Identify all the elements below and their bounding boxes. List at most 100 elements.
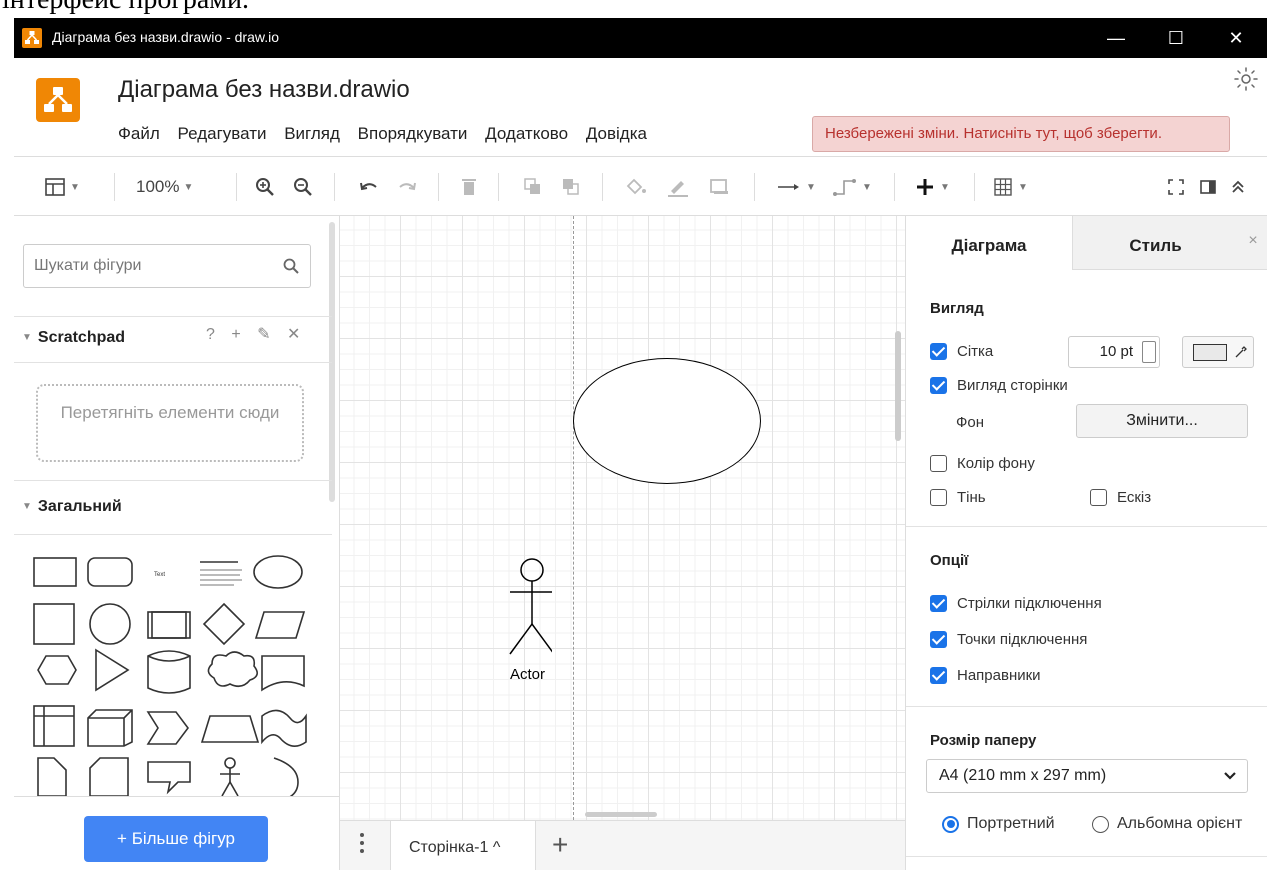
add-page-button[interactable]: + [552, 829, 568, 861]
line-color-button[interactable] [666, 173, 690, 201]
menu-view[interactable]: Вигляд [284, 124, 340, 143]
to-front-button[interactable] [522, 173, 544, 201]
guides-checkbox[interactable]: Направники [930, 664, 1041, 686]
portrait-radio[interactable]: Портретний [942, 812, 1055, 836]
eyedropper-icon [1235, 346, 1247, 358]
waypoints-button[interactable]: ▼ [832, 173, 872, 201]
redo-icon [399, 182, 416, 191]
paper-size-section-title: Розмір паперу [930, 732, 1037, 749]
trash-icon [462, 179, 476, 195]
collapse-triangle-icon: ▼ [22, 501, 32, 512]
scratchpad-tools[interactable]: ? + ✎ ✕ [206, 324, 306, 344]
background-color-checkbox[interactable]: Колір фону [930, 452, 1035, 474]
grid-checkbox[interactable]: Сітка [930, 340, 993, 362]
shapes-sidebar: Шукати фігури ▼ Scratchpad ? + ✎ ✕ Перетя… [14, 216, 340, 870]
menu-edit[interactable]: Редагувати [178, 124, 267, 143]
menu-file[interactable]: Файл [118, 124, 160, 143]
collapse-toolbar-button[interactable] [1228, 173, 1248, 201]
more-shapes-button[interactable]: + Більше фігур [84, 816, 268, 862]
connection-points-checkbox[interactable]: Точки підключення [930, 628, 1087, 650]
waypoint-icon [833, 179, 856, 196]
table-button[interactable]: ▼ [992, 173, 1028, 201]
window-title: Діаграма без назви.drawio - draw.io [52, 29, 279, 45]
connection-style-button[interactable]: ▼ [776, 173, 816, 201]
toolbar: ▼ 100% ▼ ▼ ▼ ▼ ▼ [14, 156, 1267, 216]
radio-unselected-icon [1092, 815, 1109, 833]
shadow-button[interactable] [708, 173, 732, 201]
canvas-horizontal-scrollbar[interactable] [585, 812, 657, 817]
undo-button[interactable] [358, 173, 380, 201]
document-caption: інтерфейс програми. [0, 0, 1267, 18]
general-shapes-palette[interactable]: Text [28, 546, 318, 796]
zoom-out-button[interactable] [292, 173, 314, 201]
collapse-triangle-icon: ▼ [22, 332, 32, 343]
split-panel-icon [1200, 180, 1216, 194]
minimize-button[interactable]: — [1086, 18, 1146, 58]
format-panel-toggle[interactable] [1198, 173, 1218, 201]
format-panel: Діаграма Стиль × Вигляд Сітка 10 pt Вигл… [905, 216, 1267, 870]
checkbox-checked-icon [930, 630, 947, 648]
background-label: Фон [956, 414, 985, 431]
theme-sun-icon[interactable] [1233, 66, 1259, 92]
connection-arrows-checkbox[interactable]: Стрілки підключення [930, 592, 1102, 614]
drawio-logo-icon [36, 78, 80, 122]
drawio-app-icon [22, 28, 42, 48]
radio-selected-icon [942, 815, 959, 833]
grid-color-button[interactable] [1182, 336, 1254, 368]
page-tab-1[interactable]: Сторінка-1 ^ [390, 821, 536, 870]
canvas-vertical-scrollbar[interactable] [895, 331, 901, 441]
plus-icon [917, 179, 933, 195]
page-break-line [573, 216, 574, 820]
shape-search-input[interactable]: Шукати фігури [23, 244, 311, 288]
actor-label[interactable]: Actor [510, 666, 545, 683]
fill-color-button[interactable] [624, 173, 648, 201]
zoom-dropdown[interactable]: 100% ▼ [136, 173, 193, 201]
diagram-canvas[interactable]: Actor [340, 216, 905, 820]
redo-button[interactable] [396, 173, 418, 201]
zoom-value: 100% [136, 177, 180, 196]
document-title[interactable]: Діаграма без назви.drawio [118, 76, 410, 104]
paper-size-select[interactable]: A4 (210 mm x 297 mm) [926, 759, 1248, 793]
checkbox-checked-icon [930, 376, 947, 394]
zoom-out-icon [294, 178, 312, 196]
options-section-title: Опції [930, 552, 969, 569]
unsaved-changes-notice[interactable]: Незбережені зміни. Натисніть тут, щоб зб… [812, 116, 1230, 152]
menu-help[interactable]: Довідка [586, 124, 647, 143]
shadow-checkbox[interactable]: Тінь [930, 486, 986, 508]
zoom-in-button[interactable] [254, 173, 276, 201]
grid-size-input[interactable]: 10 pt [1068, 336, 1160, 368]
close-panel-icon[interactable]: × [1238, 216, 1267, 270]
menu-extras[interactable]: Додатково [485, 124, 568, 143]
scratchpad-header[interactable]: ▼ Scratchpad [22, 323, 125, 353]
layout-panels-icon [45, 178, 65, 196]
sketch-checkbox[interactable]: Ескіз [1090, 486, 1151, 508]
fullscreen-button[interactable] [1166, 173, 1186, 201]
general-shapes-header[interactable]: ▼ Загальний [22, 492, 122, 522]
ellipse-shape[interactable] [573, 358, 761, 484]
insert-button[interactable]: ▼ [914, 173, 950, 201]
view-panels-button[interactable]: ▼ [44, 173, 80, 201]
zoom-in-icon [256, 178, 274, 196]
tab-diagram[interactable]: Діаграма [906, 216, 1072, 296]
landscape-radio[interactable]: Альбомна орієнт [1092, 812, 1242, 836]
to-back-button[interactable] [560, 173, 582, 201]
pages-menu-icon[interactable] [360, 833, 364, 857]
fullscreen-icon [1168, 179, 1184, 195]
to-back-icon [563, 179, 579, 195]
checkbox-unchecked-icon [930, 488, 947, 506]
page-view-checkbox[interactable]: Вигляд сторінки [930, 374, 1068, 396]
change-background-button[interactable]: Змінити... [1076, 404, 1248, 438]
window-titlebar: Діаграма без назви.drawio - draw.io — ☐ … [14, 18, 1267, 58]
checkbox-checked-icon [930, 666, 947, 684]
pencil-icon [668, 181, 688, 197]
tab-style[interactable]: Стиль [1072, 216, 1238, 270]
menu-arrange[interactable]: Впорядкувати [358, 124, 468, 143]
paint-bucket-icon [626, 178, 646, 195]
close-window-button[interactable]: ✕ [1206, 18, 1266, 58]
chevron-down-icon [1224, 772, 1236, 780]
maximize-button[interactable]: ☐ [1146, 18, 1206, 58]
scratchpad-dropzone[interactable]: Перетягніть елементи сюди [36, 384, 304, 462]
delete-button[interactable] [458, 173, 480, 201]
spinner-icon[interactable] [1142, 341, 1156, 363]
actor-shape[interactable] [508, 558, 552, 666]
